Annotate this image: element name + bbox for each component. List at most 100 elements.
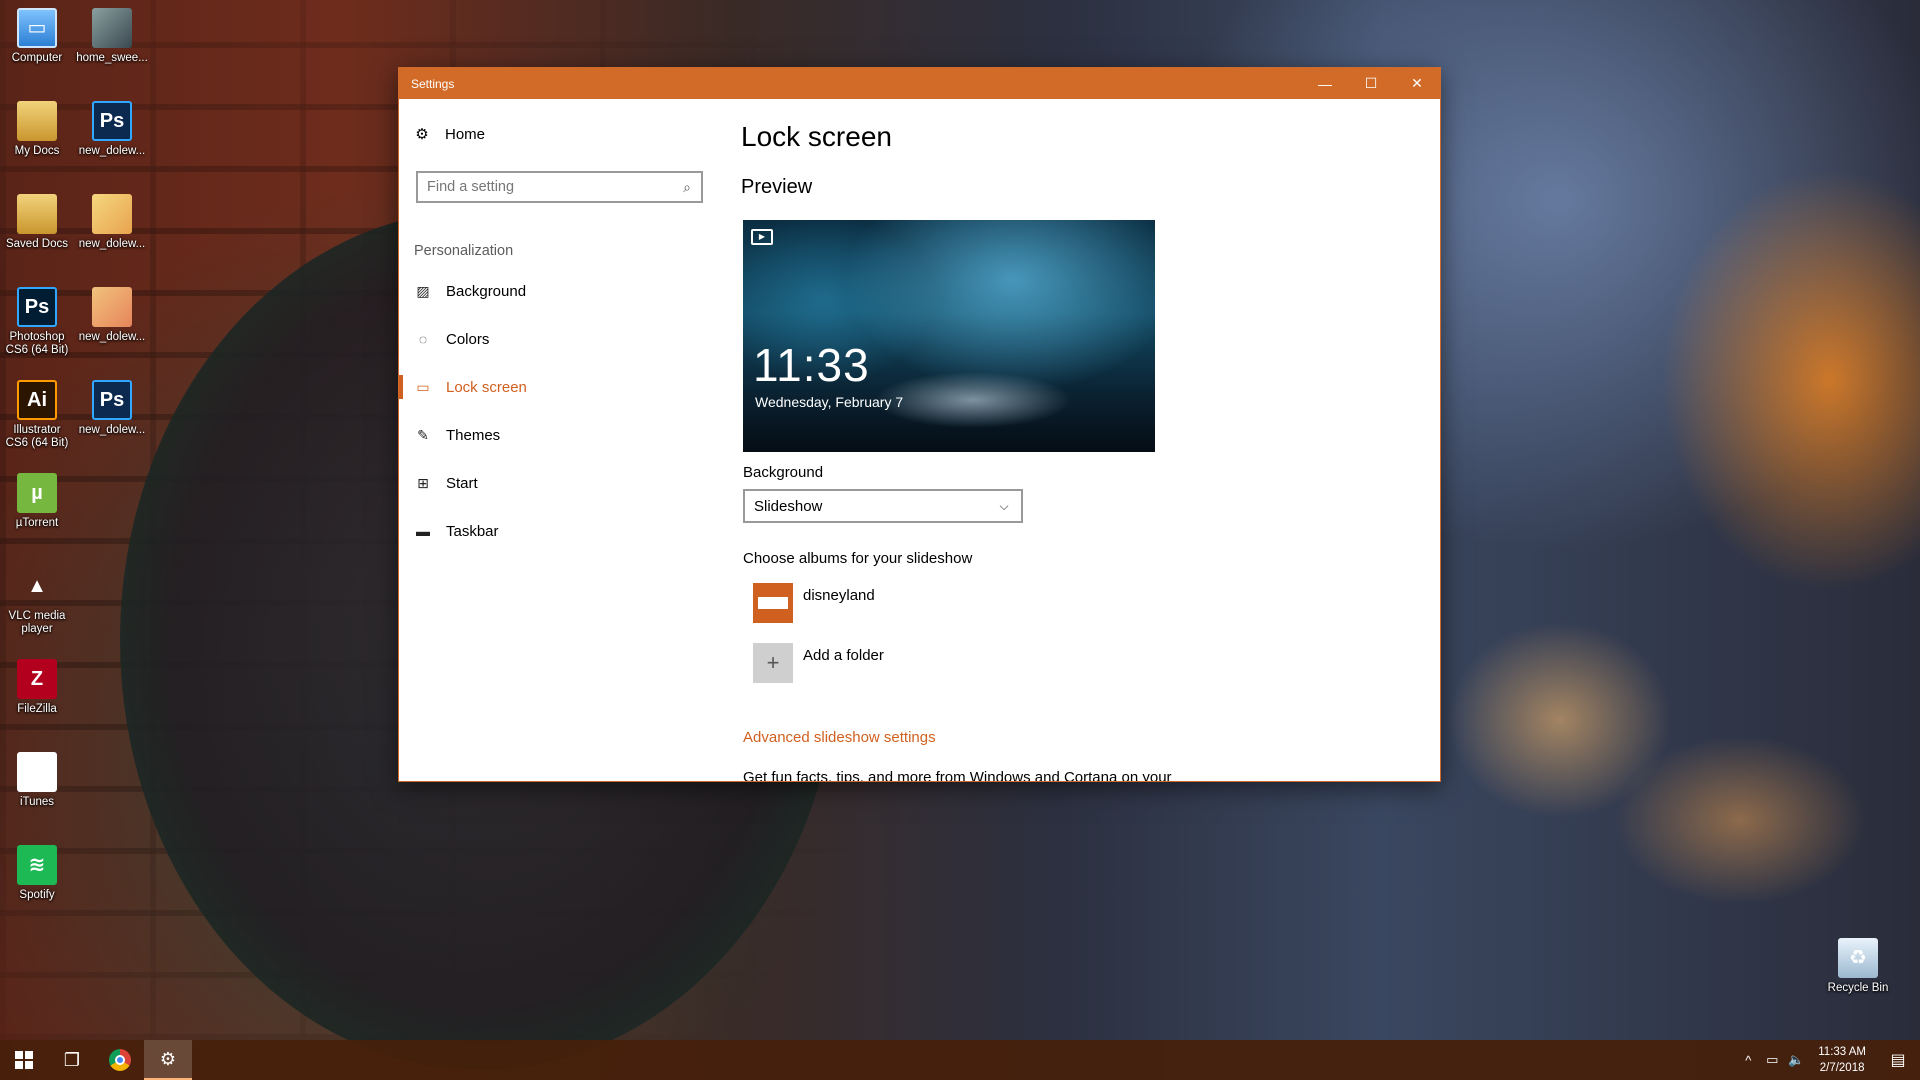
desktop-icon-photoshop[interactable]: Ps Photoshop CS6 (64 Bit) (1, 287, 73, 357)
album-item-disneyland[interactable]: disneyland (753, 583, 875, 623)
desktop-icon-new-dolew-1[interactable]: Ps new_dolew... (76, 101, 148, 158)
desktop-icon-label: VLC media player (8, 610, 66, 635)
lock-screen-icon: ▭ (416, 378, 430, 395)
start-icon: ⊞ (417, 474, 429, 491)
desktop-icon-label: new_dolew... (78, 331, 146, 343)
windows-logo-icon (15, 1051, 33, 1069)
notification-icon[interactable]: ▤ (1876, 1050, 1920, 1070)
desktop-icon-saved-docs[interactable]: Saved Docs (1, 194, 73, 251)
desktop-icon-label: Saved Docs (5, 238, 68, 250)
network-icon[interactable]: ▭ (1760, 1052, 1784, 1068)
desktop-icon-label: FileZilla (17, 703, 57, 715)
itunes-icon: ♫ (17, 752, 57, 792)
nav-item-label: Colors (446, 330, 490, 348)
desktop-icon-recycle-bin[interactable]: ♻ Recycle Bin (1822, 938, 1894, 995)
maximize-button[interactable]: ☐ (1348, 68, 1394, 99)
psd-file-icon: Ps (92, 380, 132, 420)
taskbar-clock[interactable]: 11:33 AM 2/7/2018 (1808, 1044, 1876, 1076)
fun-facts-text: Get fun facts, tips, and more from Windo… (743, 769, 1172, 782)
advanced-slideshow-link[interactable]: Advanced slideshow settings (743, 729, 936, 746)
background-dropdown-value: Slideshow (754, 497, 823, 515)
task-view-button[interactable]: ❐ (48, 1040, 96, 1080)
search-input[interactable] (427, 179, 673, 195)
desktop-icon-computer[interactable]: ▭ Computer (1, 8, 73, 65)
settings-main: Lock screen Preview ▶ 11:33 Wednesday, F… (741, 99, 1440, 781)
add-folder-button[interactable]: + Add a folder (753, 643, 884, 683)
task-view-icon: ❐ (63, 1049, 81, 1070)
start-button[interactable] (0, 1040, 48, 1080)
background-label: Background (743, 464, 824, 481)
desktop-icon-label: home_swee... (76, 52, 148, 64)
background-dropdown[interactable]: Slideshow ⌵ (743, 489, 1023, 523)
desktop-icon-home-sweet[interactable]: home_swee... (76, 8, 148, 65)
slideshow-icon: ▶ (751, 229, 773, 245)
close-button[interactable]: ✕ (1394, 68, 1440, 99)
nav-item-start[interactable]: ⊞ Start (399, 459, 729, 507)
chevron-up-icon[interactable]: ^ (1736, 1053, 1760, 1068)
title-bar[interactable]: Settings — ☐ ✕ (399, 68, 1440, 99)
desktop-icon-utorrent[interactable]: µ µTorrent (1, 473, 73, 530)
nav-item-label: Start (446, 474, 478, 492)
nav-home[interactable]: ⚙ Home (413, 125, 486, 144)
utorrent-icon: µ (17, 473, 57, 513)
taskbar-settings[interactable]: ⚙ (144, 1040, 192, 1080)
image-file-icon (92, 194, 132, 234)
lock-screen-preview: ▶ 11:33 Wednesday, February 7 (743, 220, 1155, 452)
chrome-icon (109, 1049, 131, 1071)
desktop-icon-itunes[interactable]: ♫ iTunes (1, 752, 73, 809)
search-box[interactable]: ⌕ (416, 171, 703, 203)
desktop-icon-new-dolew-4[interactable]: Ps new_dolew... (76, 380, 148, 437)
desktop-icon-label: Photoshop CS6 (64 Bit) (5, 331, 69, 356)
desktop-icon-label: iTunes (19, 796, 55, 808)
nav-item-lock-screen[interactable]: ▭ Lock screen (399, 363, 729, 411)
system-tray: ^ ▭ 🔈 11:33 AM 2/7/2018 ▤ (1736, 1040, 1920, 1080)
illustrator-icon: Ai (17, 380, 57, 420)
picture-icon: ▨ (416, 282, 430, 299)
nav-list: ▨ Background ◌ Colors ▭ Lock screen ✎ Th… (399, 267, 729, 555)
desktop-icon-label: Spotify (19, 889, 55, 901)
desktop-icon-vlc[interactable]: ▲ VLC media player (1, 566, 73, 636)
taskbar: ❐ ⚙ ^ ▭ 🔈 11:33 AM 2/7/2018 ▤ (0, 1040, 1920, 1080)
folder-icon (17, 194, 57, 234)
desktop-icon-my-docs[interactable]: My Docs (1, 101, 73, 158)
desktop-icon-new-dolew-2[interactable]: new_dolew... (76, 194, 148, 251)
preview-time: 11:33 (753, 339, 870, 391)
nav-home-label: Home (445, 125, 486, 143)
gear-icon: ⚙ (159, 1048, 177, 1069)
vlc-cone-icon: ▲ (27, 574, 47, 597)
image-file-icon (92, 8, 132, 48)
nav-item-taskbar[interactable]: ▬ Taskbar (399, 507, 729, 555)
nav-item-label: Background (446, 282, 527, 300)
nav-item-themes[interactable]: ✎ Themes (399, 411, 729, 459)
desktop-icon-filezilla[interactable]: Z FileZilla (1, 659, 73, 716)
desktop-icon-new-dolew-3[interactable]: new_dolew... (76, 287, 148, 344)
desktop-icon-illustrator[interactable]: Ai Illustrator CS6 (64 Bit) (1, 380, 73, 450)
psd-file-icon: Ps (92, 101, 132, 141)
clock-time: 11:33 AM (1818, 1046, 1866, 1058)
desktop-icon-label: new_dolew... (78, 238, 146, 250)
desktop-icon-spotify[interactable]: ≋ Spotify (1, 845, 73, 902)
recycle-bin-icon: ♻ (1838, 938, 1878, 978)
albums-label: Choose albums for your slideshow (743, 550, 973, 567)
album-label: disneyland (803, 587, 875, 604)
clock-date: 2/7/2018 (1819, 1062, 1865, 1074)
nav-item-background[interactable]: ▨ Background (399, 267, 729, 315)
folder-icon (17, 101, 57, 141)
search-icon[interactable]: ⌕ (673, 179, 701, 196)
computer-icon: ▭ (17, 8, 57, 48)
taskbar-chrome[interactable] (96, 1040, 144, 1080)
preview-heading: Preview (741, 176, 813, 198)
folder-icon (753, 583, 793, 623)
minimize-button[interactable]: — (1302, 68, 1348, 99)
nav-item-colors[interactable]: ◌ Colors (399, 315, 729, 363)
taskbar-icon: ▬ (416, 523, 430, 539)
desktop-icon-label: Computer (11, 52, 63, 64)
desktop-icon-label: My Docs (14, 145, 60, 157)
volume-icon[interactable]: 🔈 (1784, 1052, 1808, 1068)
preview-date: Wednesday, February 7 (755, 394, 904, 410)
gear-icon: ⚙ (415, 126, 429, 143)
spotify-icon: ≋ (17, 845, 57, 885)
desktop-icon-label: Illustrator CS6 (64 Bit) (5, 424, 69, 449)
settings-nav: ⚙ Home ⌕ Personalization ▨ Background ◌ … (399, 99, 729, 781)
add-folder-label: Add a folder (803, 647, 884, 664)
